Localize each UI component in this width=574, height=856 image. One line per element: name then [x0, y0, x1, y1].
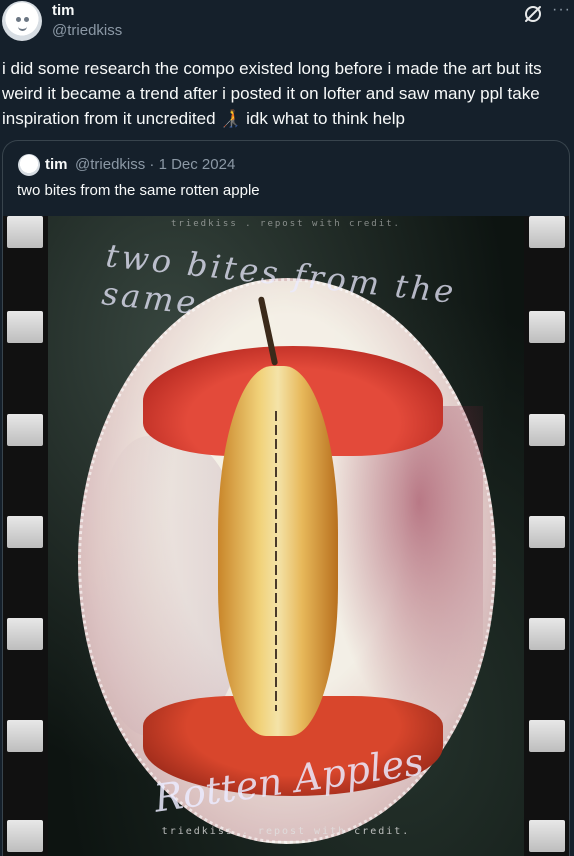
quoted-post-text: two bites from the same rotten apple — [17, 182, 260, 199]
avatar-mouth — [18, 25, 27, 31]
post-text: i did some research the compo existed lo… — [2, 59, 547, 128]
film-hole — [7, 720, 43, 752]
apple-core — [218, 366, 338, 736]
avatar-eye-right — [24, 17, 29, 22]
film-hole — [529, 516, 565, 548]
quoted-post[interactable]: tim @triedkiss · 1 Dec 2024 two bites fr… — [2, 140, 570, 856]
more-options-icon[interactable]: ··· — [552, 1, 571, 19]
author-name[interactable]: tim — [52, 2, 75, 19]
post-header: tim @triedkiss ··· — [0, 0, 574, 50]
avatar-eye-left — [16, 17, 21, 22]
film-strip-right — [524, 216, 569, 856]
avatar[interactable] — [2, 1, 42, 41]
film-hole — [7, 516, 43, 548]
artwork-image[interactable]: triedkiss . repost with credit. two bite… — [3, 216, 569, 856]
film-hole — [529, 414, 565, 446]
grok-icon[interactable] — [522, 3, 544, 25]
artwork-watermark-bottom: triedkiss . repost with credit. — [161, 826, 411, 837]
quoted-author-name[interactable]: tim — [45, 156, 68, 173]
film-hole — [7, 618, 43, 650]
quoted-author-meta[interactable]: @triedkiss · 1 Dec 2024 — [75, 156, 235, 173]
quoted-avatar[interactable] — [18, 154, 40, 176]
film-hole — [529, 618, 565, 650]
film-hole — [529, 720, 565, 752]
film-strip-left — [3, 216, 48, 856]
artwork-watermark-top: triedkiss . repost with credit. — [171, 219, 401, 229]
author-handle[interactable]: @triedkiss — [52, 22, 122, 39]
stitch-line — [275, 411, 277, 711]
film-hole — [7, 311, 43, 343]
film-hole — [529, 311, 565, 343]
film-hole — [7, 414, 43, 446]
